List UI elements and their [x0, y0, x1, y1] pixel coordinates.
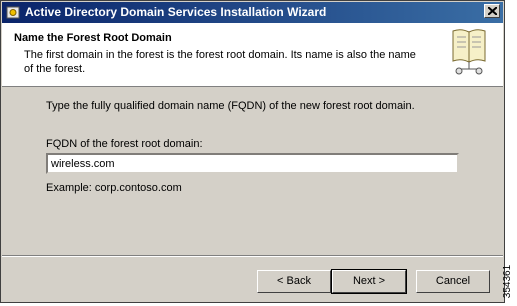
window-title: Active Directory Domain Services Install… — [25, 5, 327, 19]
next-button[interactable]: Next > — [331, 269, 407, 294]
wizard-window: Active Directory Domain Services Install… — [0, 0, 505, 303]
back-button[interactable]: < Back — [257, 270, 331, 293]
figure-id-label: 354361 — [502, 264, 514, 299]
instruction-text: Type the fully qualified domain name (FQ… — [46, 100, 415, 112]
wizard-icon — [5, 4, 21, 20]
example-text: Example: corp.contoso.com — [46, 182, 182, 194]
wizard-header: Name the Forest Root Domain The first do… — [2, 23, 503, 87]
book-icon — [449, 27, 489, 77]
separator — [2, 255, 503, 257]
fqdn-input[interactable] — [46, 153, 459, 174]
cancel-button[interactable]: Cancel — [416, 270, 490, 293]
close-button[interactable] — [484, 4, 500, 18]
fqdn-label: FQDN of the forest root domain: — [46, 138, 203, 150]
figure-id: 354361 — [502, 262, 515, 302]
title-bar[interactable]: Active Directory Domain Services Install… — [2, 2, 503, 23]
page-description: The first domain in the forest is the fo… — [24, 49, 416, 75]
close-icon — [488, 7, 497, 15]
page-title: Name the Forest Root Domain — [14, 32, 172, 44]
